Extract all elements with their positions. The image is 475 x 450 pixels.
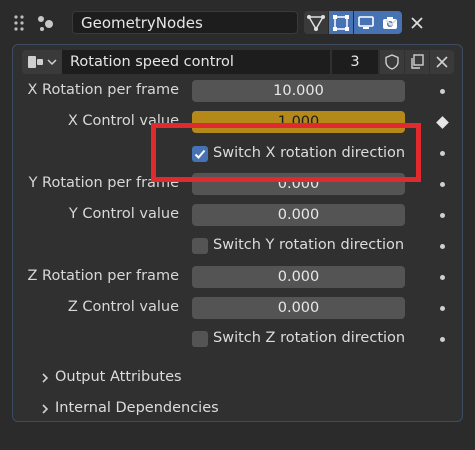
checkmark-icon: [194, 149, 206, 159]
modifier-name-field[interactable]: GeometryNodes: [72, 11, 298, 34]
unlink-icon: [436, 56, 448, 68]
fake-user-button[interactable]: [380, 50, 404, 74]
chevron-right-icon[interactable]: [40, 403, 50, 415]
node-group-type-selector[interactable]: [22, 50, 62, 74]
x-rotation-field[interactable]: 10.000: [192, 80, 405, 102]
z-control-field[interactable]: 0.000: [192, 297, 405, 319]
switch-x-label[interactable]: Switch X rotation direction: [213, 145, 405, 161]
x-rotation-label: X Rotation per frame: [27, 82, 180, 98]
edit-mode-icon: [333, 14, 349, 31]
node-group-users-count[interactable]: 3: [332, 50, 378, 74]
y-control-label: Y Control value: [68, 206, 179, 222]
y-rotation-field[interactable]: 0.000: [192, 173, 405, 195]
z-control-label: Z Control value: [67, 299, 179, 315]
keyframe-dot-icon[interactable]: [440, 151, 445, 156]
duplicate-icon: [411, 54, 424, 69]
edit-mode-toggle[interactable]: [329, 11, 353, 34]
section-internal-dependencies[interactable]: Internal Dependencies: [55, 400, 219, 416]
keyframe-dot-icon[interactable]: [440, 213, 445, 218]
chevron-down-icon: [47, 59, 57, 66]
keyframe-dot-icon[interactable]: [440, 244, 445, 249]
close-icon[interactable]: [410, 16, 424, 30]
display-viewport-icon: [358, 15, 374, 29]
keyframe-dot-icon[interactable]: [440, 306, 445, 311]
viewport-display-toggle[interactable]: [354, 11, 378, 34]
switch-z-checkbox[interactable]: [192, 331, 208, 347]
chevron-right-icon[interactable]: [40, 372, 50, 384]
node-tree-toggle[interactable]: [304, 11, 328, 34]
keyframe-dot-icon[interactable]: [440, 182, 445, 187]
node-group-name-field[interactable]: Rotation speed control: [62, 50, 330, 74]
chevron-down-icon[interactable]: [384, 15, 398, 31]
duplicate-button[interactable]: [405, 50, 429, 74]
switch-y-label[interactable]: Switch Y rotation direction: [213, 237, 404, 253]
node-tree-icon: [307, 14, 325, 31]
switch-z-label[interactable]: Switch Z rotation direction: [213, 330, 405, 346]
geometry-nodes-icon: [38, 16, 53, 31]
keyframe-dot-icon[interactable]: [440, 337, 445, 342]
keyframe-dot-icon[interactable]: [440, 89, 445, 94]
fake-user-shield-icon: [385, 54, 399, 70]
y-control-field[interactable]: 0.000: [192, 204, 405, 226]
switch-y-checkbox[interactable]: [192, 238, 208, 254]
z-rotation-label: Z Rotation per frame: [27, 268, 180, 284]
node-group-type-icon: [28, 56, 43, 68]
x-control-label: X Control value: [67, 113, 179, 129]
z-rotation-field[interactable]: 0.000: [192, 266, 405, 288]
y-rotation-label: Y Rotation per frame: [28, 175, 179, 191]
keyframe-dot-icon[interactable]: [440, 275, 445, 280]
unlink-button[interactable]: [430, 50, 454, 74]
x-control-field[interactable]: 1.000: [192, 111, 405, 133]
section-output-attributes[interactable]: Output Attributes: [55, 369, 182, 385]
switch-x-checkbox[interactable]: [192, 146, 208, 162]
grip-dots-icon[interactable]: [12, 14, 30, 32]
